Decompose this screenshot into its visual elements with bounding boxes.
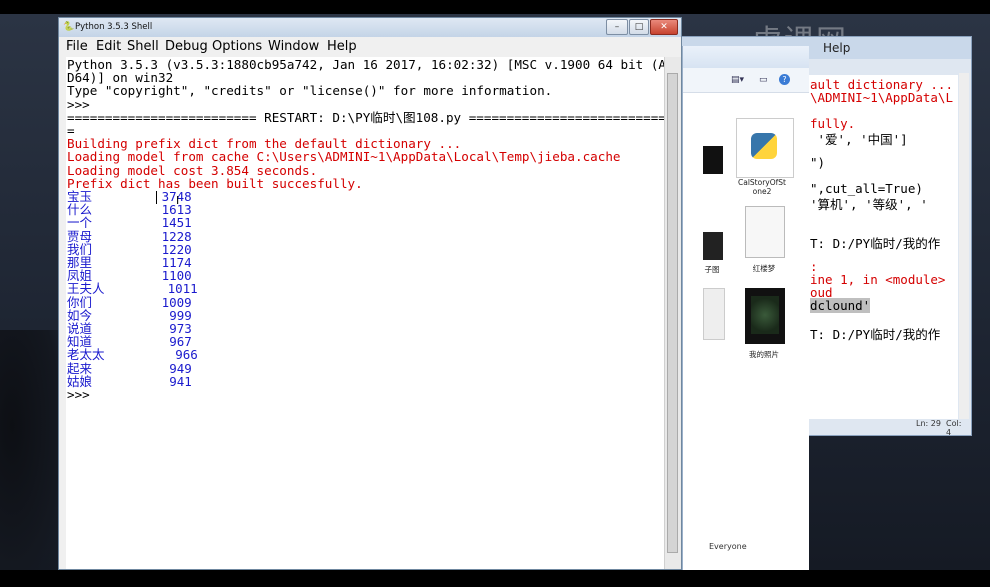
jieba-log-line: Loading model from cache C:\Users\ADMINI… (67, 149, 621, 165)
editor-scrollbar[interactable] (959, 73, 969, 419)
word-count-word: 一个 (67, 215, 93, 231)
word-count-value: 1228 (161, 228, 192, 244)
window-title: Python 3.5.3 Shell (75, 22, 153, 32)
shell-header-line: ========================= RESTART: D:\PY… (67, 109, 666, 125)
text-caret (156, 191, 157, 204)
python-icon: 🐍 (63, 22, 75, 32)
shell-header-line: >>> (67, 96, 98, 112)
help-icon[interactable]: ? (779, 74, 790, 85)
menu-edit[interactable]: Edit (96, 39, 121, 54)
maximize-button[interactable]: □ (629, 19, 649, 35)
editor-line: \ADMINI~1\AppData\L (810, 90, 953, 105)
editor-line: '爱', '中国'] (810, 132, 908, 147)
scrollbar-thumb[interactable] (667, 73, 678, 553)
vertical-scrollbar[interactable] (664, 57, 681, 569)
text-file-thumbnail[interactable] (745, 206, 785, 258)
editor-status-bar: Ln: 29 Col: 4 (808, 419, 968, 437)
editor-line: ") (810, 155, 826, 170)
jieba-log-line: Prefix dict has been built succesfully. (67, 175, 363, 191)
menu-options[interactable]: Options (212, 39, 262, 54)
file-label-photo[interactable]: 我的照片 (739, 349, 789, 360)
preview-pane-icon[interactable]: ▭ (759, 75, 768, 85)
word-count-word: 贾母 (67, 228, 93, 244)
partial-thumbnail-3[interactable] (703, 288, 725, 340)
menu-debug[interactable]: Debug (165, 39, 208, 54)
status-line: Ln: 29 (916, 419, 941, 428)
close-button[interactable]: ✕ (650, 19, 678, 35)
shell-prompt[interactable]: >>> (67, 388, 90, 401)
view-dropdown-icon[interactable]: ▤▾ (731, 75, 744, 85)
menu-window[interactable]: Window (268, 39, 319, 54)
word-count-word: 你们 (67, 294, 93, 310)
bottom-letterbox (0, 570, 990, 587)
editor-line: '算机', '等级', ' (810, 197, 928, 212)
shell-header-line: Type "copyright", "credits" or "license(… (67, 83, 553, 99)
word-count-word: 老太太 (67, 347, 105, 363)
file-label-hongloumeng[interactable]: 红楼梦 (739, 263, 789, 274)
explorer-address-bar[interactable] (683, 46, 809, 68)
file-label-partial[interactable]: 子图 (697, 264, 727, 275)
owner-label: Everyone (709, 542, 747, 551)
word-count-value: 966 (175, 347, 198, 363)
shell-text-area[interactable]: Python 3.5.3 (v3.5.3:1880cb95a742, Jan 1… (66, 57, 674, 569)
word-count-value: 1451 (161, 215, 192, 231)
word-count-value: 949 (169, 360, 192, 376)
status-col: Col: 4 (946, 419, 962, 437)
editor-line: T: D:/PY临时/我的作 (810, 327, 941, 342)
python-logo-icon (751, 133, 777, 159)
menu-file[interactable]: File (66, 39, 88, 54)
editor-line: dclound' (810, 298, 871, 313)
presenter-silhouette (0, 330, 60, 570)
wordcloud-preview (751, 296, 779, 334)
editor-line: T: D:/PY临时/我的作 (810, 236, 941, 251)
minimize-button[interactable]: – (606, 19, 628, 35)
word-count-value: 1009 (161, 294, 192, 310)
menu-bar: File Edit Shell Debug Options Window Help (59, 37, 681, 57)
python-file-thumbnail[interactable] (736, 118, 794, 178)
jieba-log-line: Loading model cost 3.854 seconds. (67, 162, 318, 178)
word-count-word: 起来 (67, 360, 93, 376)
word-count-value: 941 (169, 373, 192, 389)
image-file-thumbnail[interactable] (745, 288, 785, 344)
menu-help[interactable]: Help (327, 39, 357, 54)
partial-thumbnail-2[interactable] (703, 232, 723, 260)
partial-thumbnail-1[interactable] (703, 146, 723, 174)
explorer-toolbar[interactable]: ▤▾ ▭ ? (683, 68, 809, 93)
editor-text-area[interactable]: ault dictionary ... \ADMINI~1\AppData\L fu… (808, 75, 958, 419)
file-label-calstory[interactable]: CalStoryOfStone2 (737, 178, 787, 196)
title-bar[interactable]: 🐍 Python 3.5.3 Shell – □ ✕ (59, 18, 681, 37)
file-explorer-window[interactable]: ▤▾ ▭ ? CalStoryOfStone2 红楼梦 我的照片 子图 Ever… (682, 46, 809, 570)
python-shell-window[interactable]: 🐍 Python 3.5.3 Shell – □ ✕ File Edit Shell… (58, 17, 682, 570)
mouse-ibeam-icon: I (176, 194, 180, 207)
word-count-word: 王夫人 (67, 281, 105, 297)
word-count-value: 1011 (167, 281, 198, 297)
menu-shell[interactable]: Shell (127, 39, 159, 54)
